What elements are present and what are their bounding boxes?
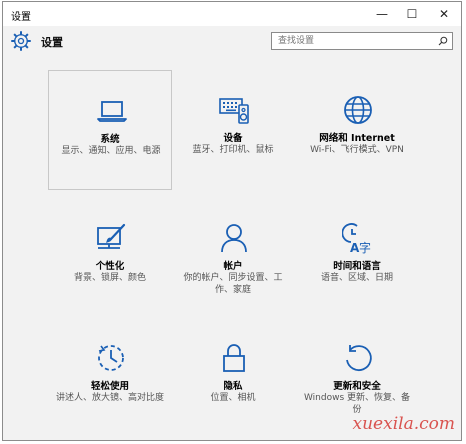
globe-icon: [344, 96, 372, 124]
tile-label: 隐私: [223, 381, 243, 392]
gear-icon: [11, 31, 31, 51]
search-input[interactable]: [272, 33, 432, 49]
tile-description: 讲述人、放大镜、高对比度: [56, 393, 165, 403]
minimize-button[interactable]: —: [367, 2, 397, 26]
personalization-icon: [97, 223, 126, 249]
time-language-icon: A 字: [342, 223, 371, 254]
settings-window: 设置 — ☐ ✕ 设置 查找设置 系统 显示、通知、应用、电源 设备 蓝牙、打印…: [2, 1, 462, 441]
tile-label: 个性化: [95, 261, 125, 272]
update-icon: [346, 345, 372, 371]
laptop-icon: [97, 101, 127, 122]
tile-network[interactable]: 网络和 Internet Wi-Fi、飞行模式、VPN: [295, 70, 419, 190]
ease-of-access-icon: [98, 345, 124, 371]
maximize-button[interactable]: ☐: [397, 2, 427, 26]
tile-description: 语音、区域、日期: [320, 273, 393, 283]
tile-description: Windows 更新、恢复、备份: [303, 393, 411, 415]
tile-system[interactable]: 系统 显示、通知、应用、电源: [48, 70, 172, 190]
tile-label: 系统: [100, 134, 120, 145]
tile-label: 更新和安全: [333, 381, 381, 392]
tile-privacy[interactable]: 隐私 位置、相机: [171, 318, 295, 438]
watermark: xuexila.com: [352, 414, 455, 434]
tile-description: 背景、锁屏、颜色: [73, 273, 146, 283]
tile-description: 位置、相机: [210, 393, 256, 403]
tile-label: 设备: [223, 133, 243, 144]
svg-text:字: 字: [359, 240, 371, 254]
tile-description: 你的帐户、同步设置、工作、家庭: [183, 273, 283, 295]
tile-label: 时间和语言: [333, 261, 381, 272]
window-title: 设置: [11, 12, 31, 23]
tile-devices[interactable]: 设备 蓝牙、打印机、鼠标: [171, 70, 295, 190]
tile-ease-of-access[interactable]: 轻松使用 讲述人、放大镜、高对比度: [48, 318, 172, 438]
tile-description: 显示、通知、应用、电源: [61, 146, 161, 156]
settings-header: 设置: [3, 26, 461, 58]
search-box[interactable]: [271, 32, 453, 50]
devices-icon: [219, 98, 249, 124]
tile-label: 网络和 Internet: [319, 133, 395, 144]
tile-label: 帐户: [223, 261, 243, 272]
tile-label: 轻松使用: [90, 381, 129, 392]
tile-accounts[interactable]: 帐户 你的帐户、同步设置、工作、家庭: [171, 198, 295, 318]
tile-time-language[interactable]: A 字 时间和语言 语音、区域、日期: [295, 198, 419, 318]
page-title: 设置: [41, 36, 63, 49]
tile-personalization[interactable]: 个性化 背景、锁屏、颜色: [48, 198, 172, 318]
search-icon[interactable]: [438, 36, 448, 46]
tile-description: 蓝牙、打印机、鼠标: [192, 145, 274, 155]
account-icon: [221, 224, 247, 253]
title-bar: 设置 — ☐ ✕: [3, 2, 461, 26]
lock-icon: [223, 344, 245, 372]
close-button[interactable]: ✕: [429, 2, 459, 26]
tile-description: Wi-Fi、飞行模式、VPN: [310, 145, 404, 155]
